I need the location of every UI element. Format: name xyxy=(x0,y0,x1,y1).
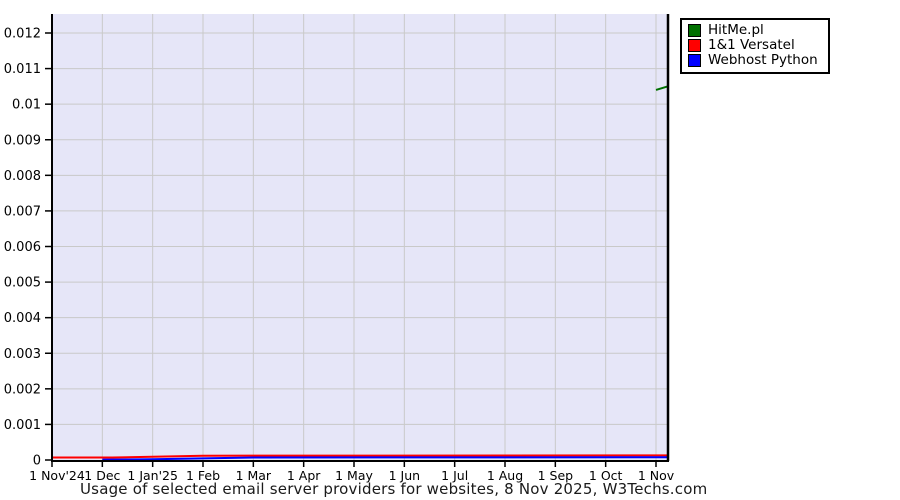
y-tick-label: 0.009 xyxy=(4,133,41,148)
y-tick-label: 0.01 xyxy=(12,98,41,113)
y-tick-label: 0.012 xyxy=(4,27,41,42)
legend-item: Webhost Python xyxy=(688,53,818,68)
y-tick-label: 0.001 xyxy=(4,418,41,433)
chart-caption: Usage of selected email server providers… xyxy=(80,480,707,498)
w3techs-usage-chart-page: 0 0.001 0.002 0.003 0.004 0.005 0.006 0.007 0.00… xyxy=(0,0,900,500)
legend-item: HitMe.pl xyxy=(688,23,818,38)
y-tick-label: 0.011 xyxy=(4,62,41,77)
legend-item: 1&1 Versatel xyxy=(688,38,818,53)
x-tick-label: 1 Nov'24 xyxy=(29,468,85,483)
y-tick-label: 0.003 xyxy=(4,347,41,362)
y-tick-label: 0 xyxy=(33,454,41,469)
y-tick-label: 0.007 xyxy=(4,204,41,219)
legend-swatch-red-icon xyxy=(688,39,701,52)
plot-background xyxy=(52,14,668,460)
y-tick-label: 0.008 xyxy=(4,169,41,184)
legend-label: Webhost Python xyxy=(708,53,818,68)
legend-label: HitMe.pl xyxy=(708,23,764,38)
y-tick-label: 0.002 xyxy=(4,382,41,397)
legend: HitMe.pl 1&1 Versatel Webhost Python xyxy=(680,18,830,74)
usage-chart: 0 0.001 0.002 0.003 0.004 0.005 0.006 0.007 0.00… xyxy=(0,0,900,500)
y-tick-label: 0.005 xyxy=(4,276,41,291)
legend-label: 1&1 Versatel xyxy=(708,38,795,53)
y-tick-label: 0.004 xyxy=(4,311,41,326)
y-tick-label: 0.006 xyxy=(4,240,41,255)
legend-swatch-green-icon xyxy=(688,24,701,37)
legend-swatch-blue-icon xyxy=(688,54,701,67)
